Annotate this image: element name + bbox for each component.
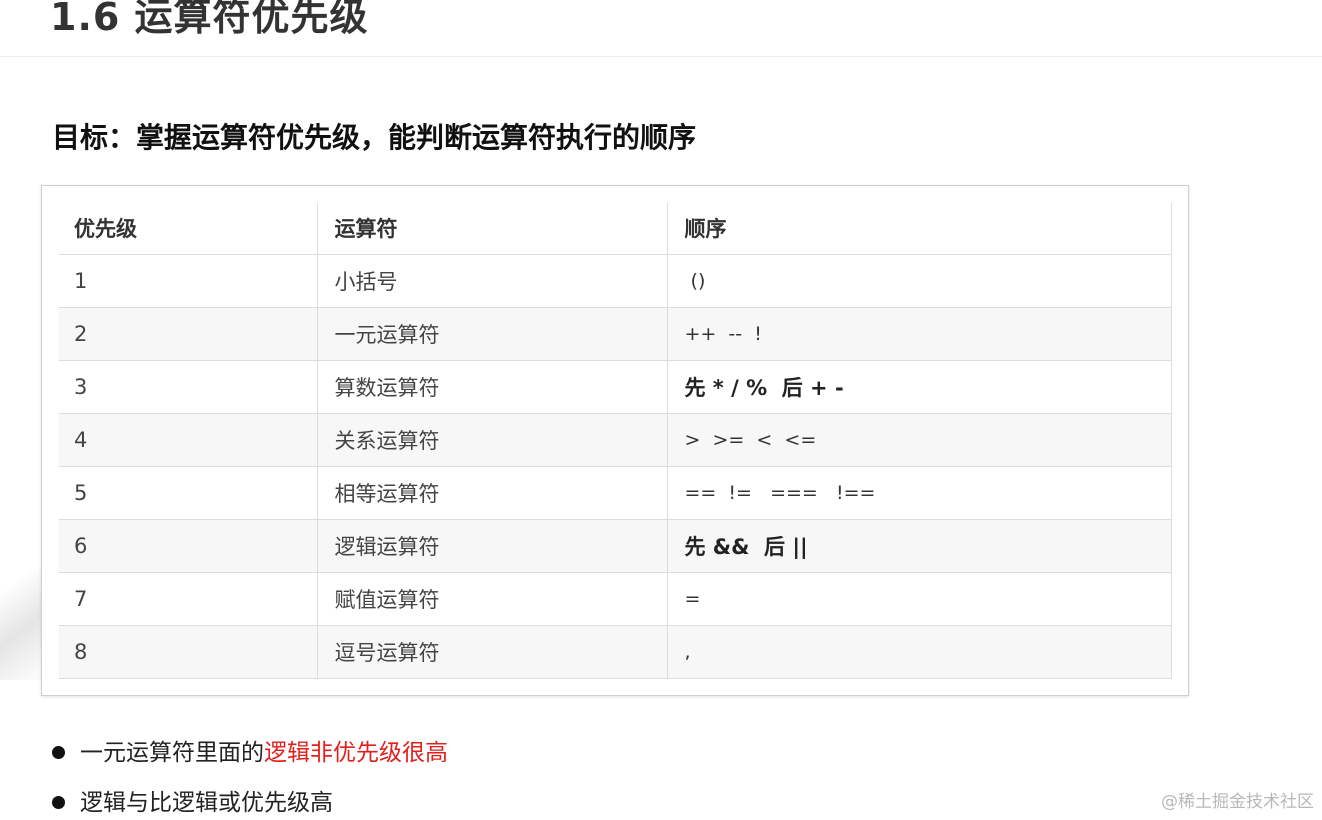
bullet-text: 逻辑与比逻辑或优先级高: [80, 790, 333, 816]
table-row: 4 关系运算符 > >= < <=: [59, 413, 1172, 467]
bullet-item: 一元运算符里面的逻辑非优先级很高: [52, 730, 448, 780]
priority-cell: 4: [59, 413, 318, 467]
bullet-dot-icon: [52, 746, 65, 759]
operator-priority-table: 优先级 运算符 顺序 1 小括号 () 2 一元运算符 ++ -- ! 3 算数…: [59, 203, 1172, 679]
priority-cell: 3: [59, 360, 318, 414]
table-row: 2 一元运算符 ++ -- !: [59, 307, 1172, 361]
operator-cell: 关系运算符: [317, 413, 668, 467]
priority-cell: 2: [59, 307, 318, 361]
priority-cell: 7: [59, 572, 318, 626]
priority-table-frame: 优先级 运算符 顺序 1 小括号 () 2 一元运算符 ++ -- ! 3 算数…: [41, 185, 1189, 696]
table-row: 8 逗号运算符 ,: [59, 625, 1172, 679]
operator-cell: 赋值运算符: [317, 572, 668, 626]
operator-cell: 一元运算符: [317, 307, 668, 361]
bullet-dot-icon: [52, 796, 65, 809]
table-row: 1 小括号 (): [59, 254, 1172, 308]
bullet-text: 一元运算符里面的: [80, 740, 264, 766]
order-cell: 先 * / % 后 + -: [667, 360, 1172, 414]
order-cell: ++ -- !: [667, 307, 1172, 361]
section-heading: 1.6 运算符优先级: [50, 0, 369, 39]
operator-cell: 逗号运算符: [317, 625, 668, 679]
table-row: 6 逻辑运算符 先 && 后 ||: [59, 519, 1172, 573]
order-cell: 先 && 后 ||: [667, 519, 1172, 573]
operator-cell: 小括号: [317, 254, 668, 308]
slide-page: 1.6 运算符优先级 目标：掌握运算符优先级，能判断运算符执行的顺序 优先级 运…: [0, 0, 1322, 820]
table-row: 3 算数运算符 先 * / % 后 + -: [59, 360, 1172, 414]
table-header-row: 优先级 运算符 顺序: [59, 203, 1172, 255]
table-row: 7 赋值运算符 =: [59, 572, 1172, 626]
table-row: 5 相等运算符 == != === !==: [59, 466, 1172, 520]
priority-cell: 5: [59, 466, 318, 520]
bullet-highlight: 逻辑非优先级很高: [264, 740, 448, 766]
goal-statement: 目标：掌握运算符优先级，能判断运算符执行的顺序: [52, 121, 697, 154]
order-cell: == != === !==: [667, 466, 1172, 520]
site-watermark: @稀土掘金技术社区: [1161, 792, 1314, 812]
order-cell: =: [667, 572, 1172, 626]
order-cell: > >= < <=: [667, 413, 1172, 467]
bullet-list: 一元运算符里面的逻辑非优先级很高 逻辑与比逻辑或优先级高: [52, 730, 448, 820]
priority-cell: 6: [59, 519, 318, 573]
header-priority: 优先级: [59, 203, 318, 255]
priority-cell: 8: [59, 625, 318, 679]
order-cell: ,: [667, 625, 1172, 679]
operator-cell: 算数运算符: [317, 360, 668, 414]
operator-cell: 相等运算符: [317, 466, 668, 520]
heading-divider: [0, 56, 1322, 57]
bullet-item: 逻辑与比逻辑或优先级高: [52, 780, 448, 820]
header-operator: 运算符: [317, 203, 668, 255]
operator-cell: 逻辑运算符: [317, 519, 668, 573]
order-cell: (): [667, 254, 1172, 308]
header-order: 顺序: [667, 203, 1172, 255]
priority-cell: 1: [59, 254, 318, 308]
